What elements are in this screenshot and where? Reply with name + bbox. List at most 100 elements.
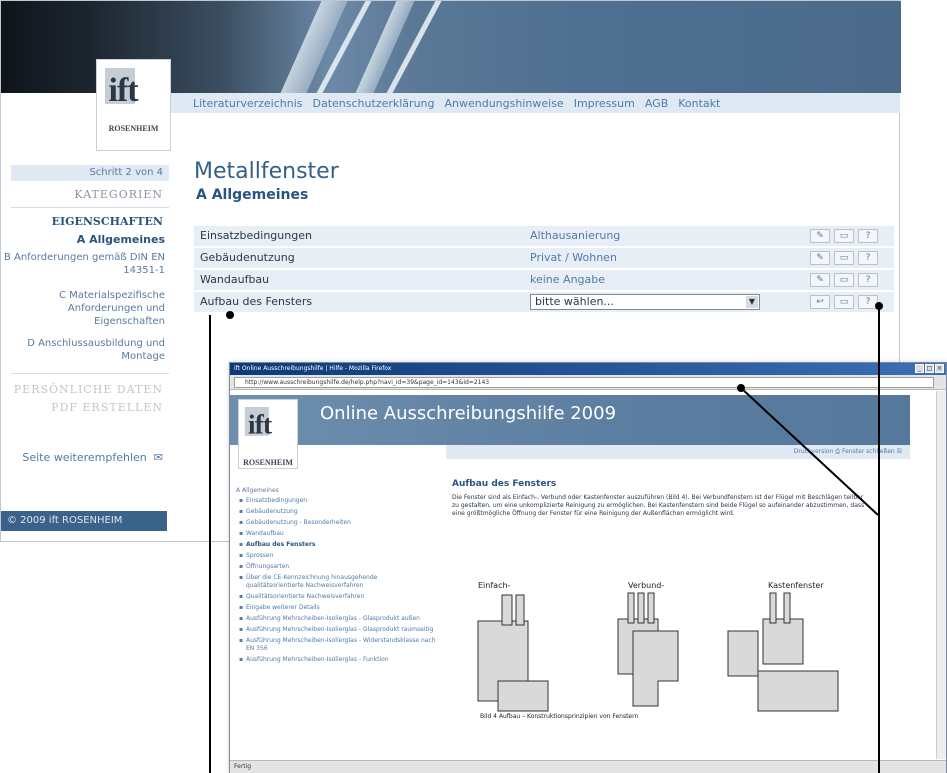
sidebar-item-materialspezifisch[interactable]: C Materialspezifische Anforderungen und … xyxy=(1,289,167,328)
nav-item[interactable]: Einsatzbedingungen xyxy=(236,497,436,505)
sidebar-persoenliche-daten: PERSÖNLICHE DATEN xyxy=(13,383,163,396)
callout-dot xyxy=(737,384,745,392)
nav-agb[interactable]: AGB xyxy=(645,97,668,110)
nav-kontakt[interactable]: Kontakt xyxy=(678,97,720,110)
logo-subtext: ROSENHEIM xyxy=(108,124,159,133)
comment-icon[interactable]: ▭ xyxy=(834,229,854,243)
popup-navigation: A Allgemeines Einsatzbedingungen Gebäude… xyxy=(236,487,436,667)
nav-heading: A Allgemeines xyxy=(236,487,279,494)
nav-anwendungshinweise[interactable]: Anwendungshinweise xyxy=(445,97,564,110)
sidebar-item-anschluss[interactable]: D Anschlussausbildung und Montage xyxy=(1,337,167,363)
nav-item[interactable]: Eingabe weiterer Details xyxy=(236,604,436,612)
page-title: Metallfenster xyxy=(194,159,339,184)
nav-item[interactable]: Sprossen xyxy=(236,552,436,560)
popup-title: Online Ausschreibungshilfe 2009 xyxy=(320,403,617,424)
nav-datenschutz[interactable]: Datenschutzerklärung xyxy=(313,97,435,110)
popup-links[interactable]: Druckversion ⎙ Fenster schließen ☒ xyxy=(446,445,910,459)
section-title: A Allgemeines xyxy=(196,187,309,203)
ift-logo-mark: ift xyxy=(244,407,292,447)
divider xyxy=(11,373,169,374)
row-value[interactable]: Privat / Wohnen xyxy=(530,248,617,268)
help-popup-window: ift Online Ausschreibungshilfe | Hilfe -… xyxy=(229,362,947,773)
window-titlebar[interactable]: ift Online Ausschreibungshilfe | Hilfe -… xyxy=(230,363,946,375)
row-value[interactable]: keine Angabe xyxy=(530,270,605,290)
nav-item[interactable]: Gebäudenutzung xyxy=(236,508,436,516)
sidebar-item-allgemeines[interactable]: A Allgemeines xyxy=(1,233,167,246)
content-heading: Aufbau des Fensters xyxy=(452,479,557,489)
ift-logo: ift ROSENHEIM xyxy=(238,399,298,469)
sidebar-eigenschaften[interactable]: EIGENSCHAFTEN xyxy=(11,215,169,228)
row-label: Einsatzbedingungen xyxy=(200,229,312,242)
edit-icon[interactable]: ✎ xyxy=(810,229,830,243)
banner-stripe xyxy=(355,1,415,93)
url-field[interactable]: http://www.ausschreibungshilfe.de/help.p… xyxy=(234,377,934,388)
top-navigation: Literaturverzeichnis Datenschutzerklärun… xyxy=(171,93,900,113)
close-icon[interactable]: × xyxy=(935,364,944,373)
nav-item[interactable]: Ausführung Mehrscheiben-Isolierglas - Fu… xyxy=(236,656,436,664)
nav-item-active[interactable]: Aufbau des Fensters xyxy=(236,541,436,549)
nav-item[interactable]: Über die CE-Kennzeichnung hinausgehende … xyxy=(236,574,436,590)
logo-subtext: ROSENHEIM xyxy=(243,458,293,467)
popup-content: Aufbau des Fensters Die Fenster sind als… xyxy=(452,479,872,518)
nav-literaturverzeichnis[interactable]: Literaturverzeichnis xyxy=(193,97,303,110)
nav-impressum[interactable]: Impressum xyxy=(574,97,635,110)
nav-item[interactable]: Öffnungsarten xyxy=(236,563,436,571)
window-profile-drawings xyxy=(477,592,839,712)
maximize-icon[interactable]: □ xyxy=(925,364,934,373)
nav-item[interactable]: Ausführung Mehrscheiben-Isolierglas - Wi… xyxy=(236,637,436,653)
comment-icon[interactable]: ▭ xyxy=(834,295,854,309)
row-value[interactable]: Althausanierung xyxy=(530,226,620,246)
aufbau-select[interactable]: bitte wählen... ▼ xyxy=(530,294,760,310)
table-row: Wandaufbau keine Angabe ✎ ▭ ? xyxy=(194,270,894,290)
fig-label-verbund: Verbund- xyxy=(628,581,665,590)
chevron-down-icon[interactable]: ▼ xyxy=(746,296,758,308)
sidebar-kategorien[interactable]: KATEGORIEN xyxy=(11,188,169,201)
row-label: Gebäudenutzung xyxy=(200,251,295,264)
nav-item[interactable]: Ausführung Mehrscheiben-Isolierglas - Gl… xyxy=(236,626,436,634)
recommend-link[interactable]: Seite weiterempfehlen ✉ xyxy=(11,451,169,464)
figure-caption: Bild 4 Aufbau – Konstruktionsprinzipien … xyxy=(480,713,639,720)
row-label: Wandaufbau xyxy=(200,273,270,286)
ift-logo-mark: ift xyxy=(104,68,163,118)
back-icon[interactable]: ↩ xyxy=(810,295,830,309)
callout-dot xyxy=(226,311,234,319)
footer: © 2009 ift ROSENHEIM xyxy=(1,511,167,531)
nav-item[interactable]: Qualitätsorientierte Nachweisverfahren xyxy=(236,593,436,601)
help-icon[interactable]: ? xyxy=(858,251,878,265)
fig-label-kasten: Kastenfenster xyxy=(768,581,824,590)
sidebar-item-anforderungen[interactable]: B Anforderungen gemäß DIN EN 14351-1 xyxy=(1,251,167,277)
table-row: Aufbau des Fensters bitte wählen... ▼ ↩ … xyxy=(194,292,894,312)
status-bar: Fertig xyxy=(230,760,946,773)
window-diagrams: Einfach- Verbund- Kastenfenster xyxy=(458,581,878,716)
table-row: Einsatzbedingungen Althausanierung ✎ ▭ ? xyxy=(194,226,894,246)
help-icon[interactable]: ? xyxy=(858,273,878,287)
popup-header: Online Ausschreibungshilfe 2009 xyxy=(230,395,910,445)
banner-stripe xyxy=(280,1,348,93)
callout-line xyxy=(878,306,880,773)
properties-table: Einsatzbedingungen Althausanierung ✎ ▭ ?… xyxy=(194,226,894,314)
help-icon[interactable]: ? xyxy=(858,229,878,243)
window-controls: _ □ × xyxy=(915,364,944,373)
fig-label-einfach: Einfach- xyxy=(478,581,511,590)
address-bar: http://www.ausschreibungshilfe.de/help.p… xyxy=(230,375,946,390)
minimize-icon[interactable]: _ xyxy=(915,364,924,373)
recommend-label: Seite weiterempfehlen xyxy=(22,451,147,464)
nav-item[interactable]: Ausführung Mehrscheiben-Isolierglas - Gl… xyxy=(236,615,436,623)
content-text: Die Fenster sind als Einfach-, Verbund o… xyxy=(452,494,865,517)
table-row: Gebäudenutzung Privat / Wohnen ✎ ▭ ? xyxy=(194,248,894,268)
scrollbar[interactable] xyxy=(936,391,946,759)
comment-icon[interactable]: ▭ xyxy=(834,273,854,287)
comment-icon[interactable]: ▭ xyxy=(834,251,854,265)
sidebar-pdf-erstellen: PDF ERSTELLEN xyxy=(51,401,163,414)
row-label: Aufbau des Fensters xyxy=(200,295,313,308)
nav-item[interactable]: Gebäudenutzung - Besonderheiten xyxy=(236,519,436,527)
callout-line xyxy=(209,315,211,773)
mail-icon: ✉ xyxy=(150,451,163,464)
edit-icon[interactable]: ✎ xyxy=(810,251,830,265)
step-indicator: Schritt 2 von 4 xyxy=(11,165,169,181)
divider xyxy=(11,207,169,208)
select-value: bitte wählen... xyxy=(535,295,614,308)
nav-item[interactable]: Wandaufbau xyxy=(236,530,436,538)
ift-logo[interactable]: ift ROSENHEIM xyxy=(96,59,171,151)
edit-icon[interactable]: ✎ xyxy=(810,273,830,287)
